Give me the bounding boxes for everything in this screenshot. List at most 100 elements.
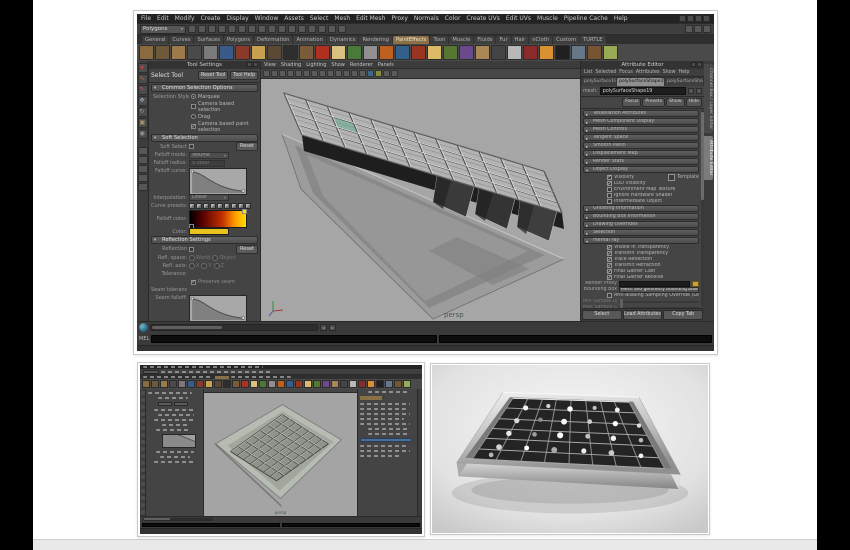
checkbox[interactable] [607, 293, 612, 298]
tool-settings-row[interactable]: Refl. space: World Object [151, 255, 258, 262]
tool-settings-row[interactable]: Reflection Settings [151, 236, 258, 244]
shelf-tab[interactable]: Fluids [474, 36, 495, 44]
tool-settings-row[interactable]: Camera based paint selection [151, 121, 258, 132]
menu-item[interactable]: Edit [157, 15, 169, 22]
shelf-icon[interactable] [459, 45, 474, 60]
node-tab[interactable]: polySurfaceShape19 [617, 78, 664, 86]
menu-item[interactable]: Create UVs [466, 15, 499, 22]
shelf-icon[interactable] [587, 45, 602, 60]
shelf-icon[interactable] [475, 45, 490, 60]
attribute-row[interactable]: Visibility Template [583, 174, 699, 181]
sidebar-vertical-tab[interactable]: Attribute Editor [704, 136, 713, 179]
shelf-icon[interactable] [203, 45, 218, 60]
panel-collapse-icon[interactable] [247, 62, 252, 67]
panel-close-icon[interactable] [253, 62, 258, 67]
paint-select-tool-icon[interactable] [138, 85, 148, 95]
shelf-tab[interactable]: Polygons [224, 36, 253, 44]
checkbox[interactable] [607, 187, 612, 192]
value-field[interactable]: 5.0000 [189, 160, 225, 167]
attribute-row[interactable]: Ghosting Information [583, 205, 699, 212]
open-scene-icon[interactable] [198, 25, 206, 33]
rotate-tool-icon[interactable] [138, 107, 148, 117]
viewport-menu-item[interactable]: Lighting [306, 62, 326, 68]
shelf-icon[interactable] [315, 45, 330, 60]
tool-settings-row[interactable]: Common Selection Options [151, 84, 258, 92]
shelf-icon[interactable] [363, 45, 378, 60]
shelf-tab[interactable]: Curves [169, 36, 193, 44]
input-connections-icon[interactable] [288, 25, 296, 33]
shelf-icon[interactable] [507, 45, 522, 60]
viewport-menu-item[interactable]: Shading [281, 62, 301, 68]
resolution-gate-icon[interactable] [319, 70, 326, 77]
output-connections-icon[interactable] [298, 25, 306, 33]
redo-icon[interactable] [228, 25, 236, 33]
bookmark-icon[interactable] [287, 70, 294, 77]
shelf-icon[interactable] [555, 45, 570, 60]
safe-action-icon[interactable] [335, 70, 342, 77]
sidebar-vertical-tab[interactable]: Channel Box / Layer Editor [704, 64, 713, 133]
attribute-row[interactable]: mental ray [583, 237, 699, 244]
window-corner-icon[interactable] [679, 15, 686, 22]
checkbox[interactable] [191, 124, 196, 129]
shelf-tab[interactable]: PaintEffects [393, 36, 429, 44]
safe-title-icon[interactable] [343, 70, 350, 77]
wireframe-icon[interactable] [351, 70, 358, 77]
shelf-tab[interactable]: Surfaces [194, 36, 222, 44]
tool-settings-row[interactable]: Refl. axis: X Y Z [151, 263, 258, 270]
checkbox[interactable] [607, 175, 612, 180]
attribute-row[interactable]: Max Sample Level [583, 305, 699, 309]
menu-item[interactable]: Edit Mesh [356, 15, 385, 22]
tool-help-button[interactable]: Tool Help [230, 71, 258, 80]
menu-item[interactable]: Muscle [537, 15, 558, 22]
lights-icon[interactable] [375, 70, 382, 77]
tool-settings-row[interactable]: Drag [151, 113, 258, 120]
side-button[interactable]: Hide [686, 98, 702, 107]
tool-settings-row[interactable]: Seam falloff: [151, 295, 258, 320]
shelf-icon[interactable] [379, 45, 394, 60]
shelf-tab[interactable]: nCloth [529, 36, 552, 44]
scroll-left-icon[interactable]: ◂ [320, 324, 327, 331]
attribute-editor-menu-item[interactable]: Show [663, 70, 676, 75]
four-pane-layout-icon[interactable] [138, 156, 148, 164]
menu-item[interactable]: Window [255, 15, 279, 22]
checkbox[interactable] [189, 247, 194, 252]
shelf-icon[interactable] [283, 45, 298, 60]
panel-collapse-icon[interactable] [691, 62, 696, 67]
shelf-icon[interactable] [347, 45, 362, 60]
mesh-name-field[interactable]: polySurfaceShape19 [600, 87, 686, 95]
attribute-row[interactable]: Bounding Box Information [583, 213, 699, 220]
side-button[interactable]: Presets [642, 98, 665, 107]
viewport-canvas[interactable]: persp [261, 79, 580, 321]
tool-settings-row[interactable]: Soft Selection [151, 134, 258, 142]
menu-item[interactable]: Normals [414, 15, 439, 22]
lasso-tool-icon[interactable] [138, 74, 148, 84]
menu-item[interactable]: Display [227, 15, 249, 22]
attribute-editor-scrollbar[interactable] [701, 110, 704, 308]
falloff-curve-editor[interactable] [189, 168, 247, 195]
footer-button[interactable]: Load Attributes [623, 310, 663, 320]
side-button[interactable]: Focus [622, 98, 641, 107]
tool-settings-row[interactable]: Preserve seam [151, 279, 258, 286]
window-corner-icon[interactable] [703, 15, 710, 22]
shelf-tab[interactable]: Custom [553, 36, 579, 44]
shelf-tab[interactable]: Hair [512, 36, 529, 44]
show-manipulator-icon[interactable] [685, 25, 693, 33]
select-camera-icon[interactable] [263, 70, 270, 77]
horizontal-scrollbar[interactable] [150, 324, 318, 331]
shelf-tab[interactable]: Rendering [359, 36, 392, 44]
pin-icon[interactable] [688, 88, 694, 94]
falloff-color-ramp[interactable] [189, 210, 247, 228]
attribute-row[interactable]: Mesh Controls [583, 126, 699, 133]
tool-settings-row[interactable]: Falloff radius: 5.0000 [151, 160, 258, 167]
attribute-row[interactable]: Render Stats [583, 158, 699, 165]
shelf-icon[interactable] [411, 45, 426, 60]
shelf-icon[interactable] [603, 45, 618, 60]
value-field[interactable]: Linear [189, 194, 229, 201]
viewport-menu-item[interactable]: View [264, 62, 276, 68]
shelf-icon[interactable] [299, 45, 314, 60]
shelf-icon[interactable] [539, 45, 554, 60]
ipr-render-icon[interactable] [328, 25, 336, 33]
shelf-icon[interactable] [171, 45, 186, 60]
render-settings-icon[interactable] [338, 25, 346, 33]
scroll-right-icon[interactable]: ▸ [329, 324, 336, 331]
